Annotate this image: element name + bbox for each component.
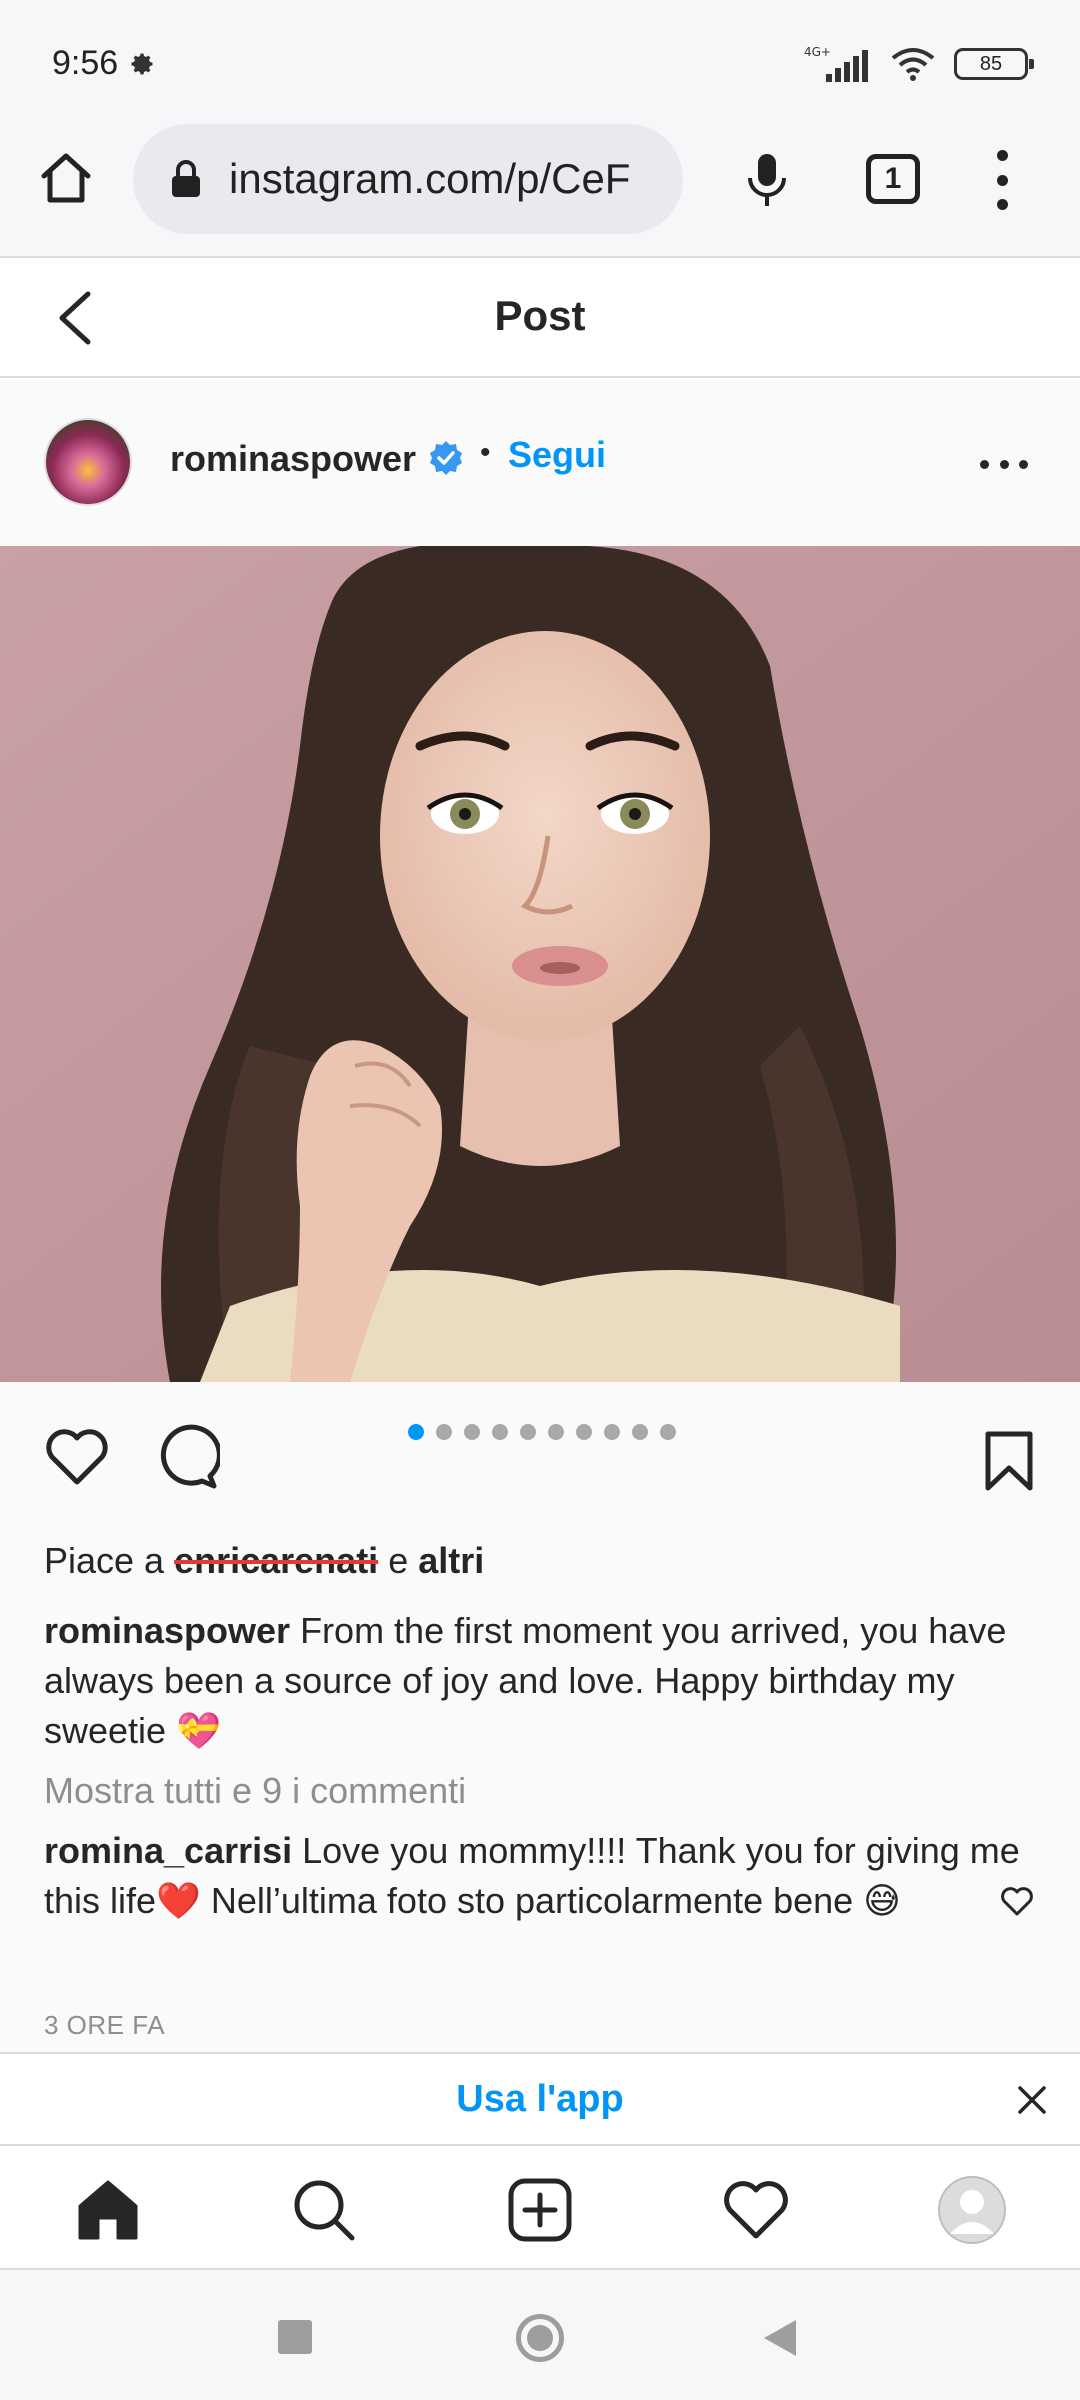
comment-icon[interactable] — [154, 1424, 220, 1490]
caption-author[interactable]: rominaspower — [44, 1610, 290, 1651]
new-post-icon[interactable] — [506, 2176, 574, 2244]
tabs-icon[interactable]: 1 — [866, 154, 920, 204]
clock: 9:56 — [52, 44, 119, 82]
settings-icon — [131, 53, 153, 74]
separator-dot: • — [480, 436, 491, 469]
carousel-dot — [408, 1424, 424, 1440]
verified-badge-icon — [430, 441, 462, 475]
search-icon[interactable] — [290, 2176, 358, 2244]
carousel-dot — [632, 1424, 648, 1440]
view-all-comments-link[interactable]: Mostra tutti e 9 i commenti — [44, 1770, 466, 1812]
home-icon[interactable] — [36, 148, 96, 208]
carousel-dot — [492, 1424, 508, 1440]
wifi-icon — [891, 48, 935, 81]
tab-count: 1 — [884, 162, 902, 195]
activity-heart-icon[interactable] — [722, 2176, 790, 2244]
likes-struck-username[interactable]: enricarenati — [174, 1540, 378, 1581]
carousel-dot — [576, 1424, 592, 1440]
carousel-dot — [548, 1424, 564, 1440]
status-time-group: 9:56 — [52, 44, 156, 83]
post-actions — [0, 1382, 1080, 1522]
browser-toolbar: instagram.com/p/CeF 1 — [0, 120, 1080, 258]
mic-icon[interactable] — [742, 150, 792, 210]
bookmark-icon[interactable] — [982, 1430, 1036, 1492]
use-app-link[interactable]: Usa l'app — [0, 2078, 1080, 2121]
post-timestamp: 3 ORE FA — [44, 2010, 166, 2040]
overflow-menu-icon[interactable] — [990, 150, 1014, 210]
comment-author[interactable]: romina_carrisi — [44, 1830, 292, 1871]
post-details: Piace a enricarenati e altri rominaspowe… — [0, 1522, 1080, 2052]
post-image[interactable] — [0, 546, 1080, 1382]
likes-prefix: Piace a — [44, 1540, 175, 1581]
author-username[interactable]: rominaspower — [170, 438, 416, 480]
recents-square-icon[interactable] — [278, 2320, 312, 2354]
status-icons: 4G+ 85 — [802, 44, 1034, 84]
more-options-icon[interactable] — [980, 460, 1028, 470]
top-comment: romina_carrisi Love you mommy!!!! Thank … — [44, 1826, 1044, 1926]
battery-icon: 85 — [954, 48, 1034, 80]
carousel-dot — [660, 1424, 676, 1440]
likes-joiner: e — [378, 1540, 419, 1581]
post-header: Post — [0, 258, 1080, 378]
carousel-dot — [520, 1424, 536, 1440]
heart-icon[interactable] — [44, 1426, 110, 1486]
post-author-row: rominaspower • Segui — [0, 380, 1080, 546]
carousel-indicator — [408, 1424, 676, 1440]
profile-avatar-icon[interactable] — [938, 2176, 1006, 2244]
close-icon[interactable] — [1014, 2082, 1050, 2118]
battery-level: 85 — [979, 52, 1003, 75]
likes-others-link[interactable]: altri — [418, 1540, 484, 1581]
default-avatar-icon — [938, 2176, 1006, 2244]
bottom-navigation — [0, 2146, 1080, 2270]
comment-heart-icon[interactable] — [1000, 1886, 1034, 1916]
system-home-circle-icon[interactable] — [516, 2314, 564, 2362]
back-arrow-icon[interactable] — [52, 288, 98, 348]
system-back-triangle-icon[interactable] — [762, 2318, 798, 2358]
use-app-banner: Usa l'app — [0, 2052, 1080, 2146]
signal-icon: 4G+ — [804, 45, 868, 82]
carousel-dot — [436, 1424, 452, 1440]
author-avatar[interactable] — [44, 418, 132, 506]
url-text[interactable]: instagram.com/p/CeF — [229, 155, 630, 203]
post-caption: rominaspower From the first moment you a… — [44, 1606, 1044, 1756]
carousel-dot — [464, 1424, 480, 1440]
post-photo-illustration — [0, 546, 1080, 1382]
address-bar[interactable]: instagram.com/p/CeF — [133, 124, 683, 234]
system-navigation — [0, 2270, 1080, 2400]
carousel-dot — [604, 1424, 620, 1440]
likes-summary[interactable]: Piace a enricarenati e altri — [44, 1540, 484, 1582]
lock-icon — [172, 160, 200, 197]
status-bar: 9:56 4G+ 85 — [0, 0, 1080, 120]
page-title: Post — [494, 292, 586, 339]
home-filled-icon[interactable] — [74, 2176, 142, 2244]
svg-text:4G+: 4G+ — [804, 45, 831, 59]
follow-button[interactable]: Segui — [508, 434, 606, 476]
